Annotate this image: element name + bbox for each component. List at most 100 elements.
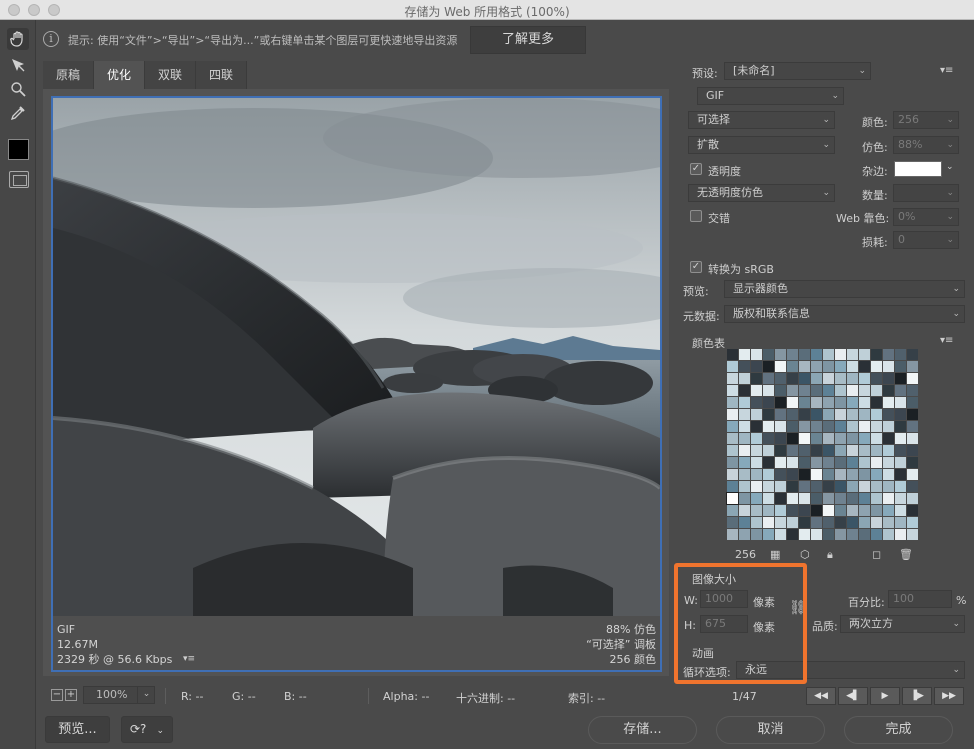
- color-swatch[interactable]: [859, 409, 870, 420]
- color-swatch[interactable]: [835, 397, 846, 408]
- color-swatch[interactable]: [811, 517, 822, 528]
- optimize-menu-icon[interactable]: ▾≡: [940, 65, 953, 76]
- color-swatch[interactable]: [799, 421, 810, 432]
- quality-select[interactable]: 两次立方 ⌄: [840, 615, 965, 633]
- color-swatch[interactable]: [727, 349, 738, 360]
- color-swatch[interactable]: [751, 445, 762, 456]
- color-swatch[interactable]: [763, 361, 774, 372]
- color-swatch[interactable]: [907, 421, 918, 432]
- color-swatch[interactable]: [799, 481, 810, 492]
- color-swatch[interactable]: [835, 469, 846, 480]
- color-swatch[interactable]: [859, 505, 870, 516]
- color-swatch[interactable]: [799, 505, 810, 516]
- color-swatch[interactable]: [739, 361, 750, 372]
- toggle-slice-visibility-icon[interactable]: [9, 171, 29, 188]
- color-swatch[interactable]: [811, 529, 822, 540]
- color-swatch[interactable]: [811, 373, 822, 384]
- color-swatch[interactable]: [727, 421, 738, 432]
- color-swatch[interactable]: [895, 517, 906, 528]
- color-swatch[interactable]: [751, 373, 762, 384]
- color-table-menu-icon[interactable]: ▾≡: [940, 335, 953, 346]
- color-swatch[interactable]: [907, 373, 918, 384]
- color-swatch[interactable]: [895, 469, 906, 480]
- color-swatch[interactable]: [823, 397, 834, 408]
- play-button[interactable]: ▶: [870, 687, 900, 705]
- color-reduction-select[interactable]: 可选择 ⌄: [688, 111, 835, 129]
- color-swatch[interactable]: [763, 469, 774, 480]
- color-swatch[interactable]: [859, 517, 870, 528]
- previous-frame-button[interactable]: ◀▌: [838, 687, 868, 705]
- download-speed-menu-icon[interactable]: ▾≡: [183, 654, 195, 664]
- color-swatch[interactable]: [907, 433, 918, 444]
- color-swatch[interactable]: [895, 481, 906, 492]
- color-swatch[interactable]: [823, 481, 834, 492]
- color-swatch[interactable]: [895, 493, 906, 504]
- color-swatch[interactable]: [907, 457, 918, 468]
- color-swatch[interactable]: [727, 457, 738, 468]
- color-swatch[interactable]: [763, 457, 774, 468]
- color-swatch[interactable]: [835, 493, 846, 504]
- color-swatch[interactable]: [775, 385, 786, 396]
- color-swatch[interactable]: [859, 457, 870, 468]
- color-swatch[interactable]: [835, 349, 846, 360]
- color-swatch[interactable]: [835, 457, 846, 468]
- color-swatch[interactable]: [775, 361, 786, 372]
- color-swatch[interactable]: [847, 397, 858, 408]
- color-swatch[interactable]: [847, 349, 858, 360]
- color-swatch[interactable]: [871, 505, 882, 516]
- color-swatch[interactable]: [883, 445, 894, 456]
- color-swatch[interactable]: [907, 397, 918, 408]
- color-swatch[interactable]: [835, 481, 846, 492]
- color-swatch[interactable]: [895, 373, 906, 384]
- color-swatch[interactable]: [847, 457, 858, 468]
- dither-algorithm-select[interactable]: 扩散 ⌄: [688, 136, 835, 154]
- color-swatch[interactable]: [811, 445, 822, 456]
- eyedropper-color-swatch[interactable]: [8, 139, 29, 160]
- color-swatch[interactable]: [907, 361, 918, 372]
- cancel-button[interactable]: 取消: [716, 716, 825, 744]
- color-swatch[interactable]: [859, 433, 870, 444]
- color-swatch[interactable]: [799, 529, 810, 540]
- color-swatch[interactable]: [907, 445, 918, 456]
- color-swatch[interactable]: [727, 517, 738, 528]
- color-swatch[interactable]: [895, 409, 906, 420]
- preview-in-browser-button[interactable]: 预览...: [45, 716, 110, 743]
- color-swatch[interactable]: [847, 517, 858, 528]
- color-swatch[interactable]: [799, 373, 810, 384]
- color-swatch[interactable]: [787, 481, 798, 492]
- color-swatch[interactable]: [847, 469, 858, 480]
- color-table-grid[interactable]: [726, 349, 921, 542]
- color-swatch[interactable]: [883, 457, 894, 468]
- color-swatch[interactable]: [787, 385, 798, 396]
- color-swatch[interactable]: [811, 433, 822, 444]
- color-swatch[interactable]: [859, 469, 870, 480]
- color-swatch[interactable]: [751, 517, 762, 528]
- tab-2-up[interactable]: 双联: [145, 61, 196, 89]
- color-swatch[interactable]: [739, 373, 750, 384]
- color-swatch[interactable]: [811, 385, 822, 396]
- color-swatch[interactable]: [727, 397, 738, 408]
- slice-select-tool-icon[interactable]: [7, 54, 29, 76]
- color-swatch[interactable]: [739, 481, 750, 492]
- color-swatch[interactable]: [895, 361, 906, 372]
- color-swatch[interactable]: [835, 529, 846, 540]
- color-swatch[interactable]: [799, 397, 810, 408]
- color-swatch[interactable]: [835, 385, 846, 396]
- color-swatch[interactable]: [775, 457, 786, 468]
- color-swatch[interactable]: [835, 361, 846, 372]
- color-swatch[interactable]: [895, 385, 906, 396]
- color-swatch[interactable]: [763, 397, 774, 408]
- amount-field[interactable]: ⌄: [893, 184, 959, 202]
- color-swatch[interactable]: [871, 361, 882, 372]
- color-swatch[interactable]: [859, 481, 870, 492]
- color-swatch[interactable]: [835, 433, 846, 444]
- color-swatch[interactable]: [907, 493, 918, 504]
- zoom-in-button[interactable]: +: [65, 689, 77, 701]
- color-swatch[interactable]: [799, 433, 810, 444]
- color-swatch[interactable]: [739, 469, 750, 480]
- color-swatch[interactable]: [751, 469, 762, 480]
- color-swatch[interactable]: [799, 445, 810, 456]
- color-swatch[interactable]: [871, 481, 882, 492]
- color-swatch[interactable]: [883, 481, 894, 492]
- color-swatch[interactable]: [787, 469, 798, 480]
